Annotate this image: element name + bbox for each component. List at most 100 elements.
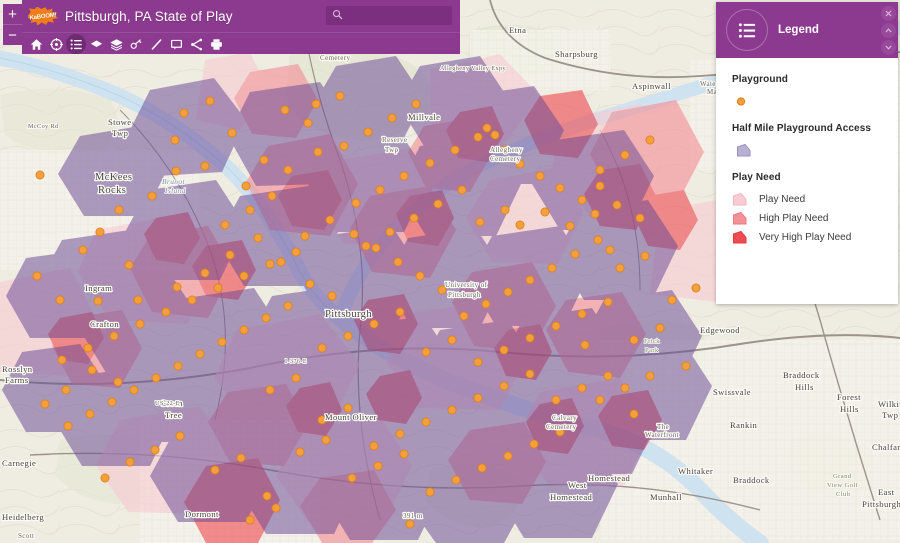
playground-point[interactable] [450,145,460,155]
playground-point[interactable] [629,409,639,419]
playground-point[interactable] [421,417,431,427]
playground-point[interactable] [253,233,263,243]
playground-point[interactable] [179,108,189,118]
playground-point[interactable] [172,282,182,292]
playground-point[interactable] [363,127,373,137]
playground-point[interactable] [239,325,249,335]
playground-point[interactable] [525,369,535,379]
playground-point[interactable] [239,271,249,281]
playground-point[interactable] [590,209,600,219]
playground-point[interactable] [291,247,301,257]
playground-point[interactable] [271,503,281,513]
playground-point[interactable] [195,349,205,359]
playground-point[interactable] [551,321,561,331]
playground-point[interactable] [447,405,457,415]
playground-point[interactable] [369,319,379,329]
playground-point[interactable] [425,487,435,497]
playground-point[interactable] [61,385,71,395]
playground-point[interactable] [283,301,293,311]
locate-icon[interactable] [46,34,66,54]
playground-point[interactable] [640,251,650,261]
playground-point[interactable] [300,231,310,241]
playground-point[interactable] [481,299,491,309]
kaboom-logo[interactable]: KaBOOM! [28,6,58,26]
playground-point[interactable] [349,229,359,239]
playground-point[interactable] [635,213,645,223]
playground-point[interactable] [78,245,88,255]
playground-point[interactable] [147,191,157,201]
playground-point[interactable] [477,463,487,473]
playground-point[interactable] [667,295,677,305]
playground-point[interactable] [291,373,301,383]
playground-point[interactable] [425,158,435,168]
playground-point[interactable] [150,445,160,455]
playground-point[interactable] [339,141,349,151]
playground-point[interactable] [114,205,124,215]
playground-point[interactable] [535,171,545,181]
playground-point[interactable] [447,335,457,345]
playground-point[interactable] [490,130,500,140]
playground-point[interactable] [369,441,379,451]
playground-point[interactable] [241,181,251,191]
playground-point[interactable] [433,199,443,209]
playground-point[interactable] [540,207,550,217]
playground-point[interactable] [691,283,701,293]
playground-point[interactable] [580,340,590,350]
playground-point[interactable] [361,241,371,251]
zoom-controls[interactable]: + − [3,4,22,45]
playground-point[interactable] [151,373,161,383]
playground-point[interactable] [317,343,327,353]
playground-point[interactable] [267,191,277,201]
playground-point[interactable] [603,297,613,307]
playground-point[interactable] [109,331,119,341]
playground-point[interactable] [415,271,425,281]
playground-point[interactable] [603,371,613,381]
chevron-up-icon[interactable] [881,23,896,38]
playground-point[interactable] [473,393,483,403]
playground-point[interactable] [347,473,357,483]
playground-point[interactable] [283,165,293,175]
playground-point[interactable] [220,220,230,230]
playground-point[interactable] [393,257,403,267]
playground-point[interactable] [313,147,323,157]
playground-point[interactable] [351,198,361,208]
playground-point[interactable] [124,260,134,270]
playground-point[interactable] [629,335,639,345]
playground-point[interactable] [87,365,97,375]
playground-point[interactable] [210,465,220,475]
playground-point[interactable] [577,309,587,319]
playground-point[interactable] [451,475,461,485]
playground-point[interactable] [55,295,65,305]
playground-point[interactable] [375,185,385,195]
playground-point[interactable] [175,431,185,441]
playground-point[interactable] [612,200,622,210]
playground-point[interactable] [265,259,275,269]
playground-point[interactable] [565,221,575,231]
playground-point[interactable] [236,453,246,463]
share-icon[interactable] [186,34,206,54]
bookmark-icon[interactable] [126,34,146,54]
playground-point[interactable] [343,331,353,341]
playground-point[interactable] [503,287,513,297]
playground-point[interactable] [555,183,565,193]
playground-point[interactable] [577,195,587,205]
playground-point[interactable] [605,245,615,255]
playground-point[interactable] [457,185,467,195]
playground-point[interactable] [399,449,409,459]
playground-point[interactable] [200,268,210,278]
playground-point[interactable] [551,395,561,405]
playground-point[interactable] [107,397,117,407]
playground-point[interactable] [63,421,73,431]
zoom-in-button[interactable]: + [3,4,22,25]
playground-point[interactable] [93,296,103,306]
playground-point[interactable] [525,275,535,285]
playground-point[interactable] [83,343,93,353]
playground-point[interactable] [32,271,42,281]
playground-point[interactable] [95,227,105,237]
playground-point[interactable] [595,165,605,175]
playground-point[interactable] [595,181,605,191]
playground-point[interactable] [681,361,691,371]
playground-point[interactable] [405,519,415,529]
playground-point[interactable] [655,323,665,333]
basemap-icon[interactable] [86,34,106,54]
